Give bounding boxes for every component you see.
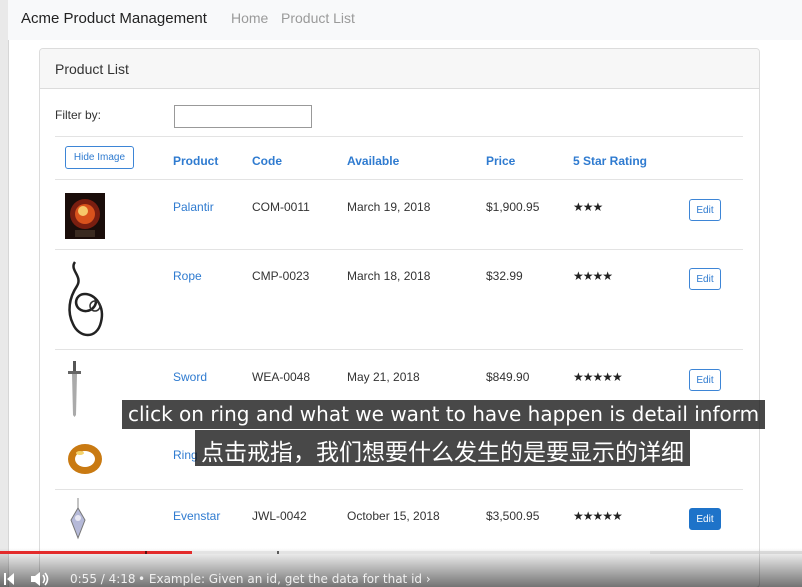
edit-button[interactable]: Edit bbox=[689, 508, 721, 530]
product-name-link[interactable]: Rope bbox=[173, 269, 202, 283]
product-available: March 18, 2018 bbox=[347, 269, 431, 283]
product-code: CMP-0023 bbox=[252, 269, 310, 283]
column-header-product: Product bbox=[173, 154, 219, 168]
nav-link-product-list[interactable]: Product List bbox=[281, 10, 355, 26]
product-name-link[interactable]: Ring bbox=[173, 448, 198, 462]
column-header-code: Code bbox=[252, 154, 282, 168]
filter-input[interactable] bbox=[174, 105, 312, 128]
row-divider bbox=[55, 349, 743, 350]
ring-thumbnail bbox=[65, 437, 105, 486]
caption-chinese: 点击戒指，我们想要什么发生的是要显示的详细 bbox=[195, 430, 690, 466]
edit-button[interactable]: Edit bbox=[689, 199, 721, 221]
product-price: $32.99 bbox=[486, 269, 523, 283]
product-price: $1,900.95 bbox=[486, 200, 540, 214]
progress-played[interactable] bbox=[0, 551, 192, 554]
filter-label: Filter by: bbox=[55, 108, 102, 122]
navbar: Acme Product Management Home Product Lis… bbox=[8, 0, 802, 40]
chapter-title[interactable]: • Example: Given an id, get the data for… bbox=[138, 572, 431, 586]
column-header-rating: 5 Star Rating bbox=[573, 154, 648, 168]
product-available: May 21, 2018 bbox=[347, 370, 420, 384]
column-header-price: Price bbox=[486, 154, 516, 168]
chapter-label: • Example: Given an id, get the data for… bbox=[138, 572, 423, 586]
card-title: Product List bbox=[40, 49, 759, 89]
nav-link-home[interactable]: Home bbox=[231, 10, 268, 26]
row-divider bbox=[55, 249, 743, 250]
previous-icon[interactable] bbox=[4, 572, 14, 587]
product-price: $849.90 bbox=[486, 370, 530, 384]
table-row: Palantir COM-0011 March 19, 2018 $1,900.… bbox=[55, 187, 743, 249]
video-time: 0:55 / 4:18 bbox=[70, 572, 136, 586]
star-rating: ★★★★★ bbox=[573, 370, 623, 384]
product-name-link[interactable]: Palantir bbox=[173, 200, 214, 214]
hide-image-button[interactable]: Hide Image bbox=[65, 146, 134, 169]
chevron-right-icon: › bbox=[425, 572, 431, 586]
product-name-link[interactable]: Sword bbox=[173, 370, 207, 384]
table-row: Rope CMP-0023 March 18, 2018 $32.99 ★★★★… bbox=[55, 256, 743, 350]
sword-thumbnail bbox=[65, 361, 85, 422]
evenstar-thumbnail bbox=[65, 498, 91, 547]
product-available: October 15, 2018 bbox=[347, 509, 440, 523]
star-rating: ★★★★ bbox=[573, 269, 613, 283]
chapter-marker bbox=[277, 551, 279, 554]
column-header-available: Available bbox=[347, 154, 400, 168]
palantir-thumbnail bbox=[65, 193, 105, 244]
star-rating: ★★★ bbox=[573, 200, 603, 214]
volume-icon[interactable] bbox=[31, 571, 51, 587]
star-rating: ★★★★★ bbox=[573, 509, 623, 523]
product-name-link[interactable]: Evenstar bbox=[173, 509, 220, 523]
divider bbox=[55, 136, 743, 137]
edit-button[interactable]: Edit bbox=[689, 369, 721, 391]
product-code: WEA-0048 bbox=[252, 370, 311, 384]
table-row: Evenstar JWL-0042 October 15, 2018 $3,50… bbox=[55, 496, 743, 556]
edit-button[interactable]: Edit bbox=[689, 268, 721, 290]
product-code: COM-0011 bbox=[252, 200, 310, 214]
row-divider bbox=[55, 489, 743, 490]
product-available: March 19, 2018 bbox=[347, 200, 431, 214]
brand-title[interactable]: Acme Product Management bbox=[21, 10, 207, 27]
chapter-marker bbox=[145, 551, 147, 554]
caption-english: click on ring and what we want to have h… bbox=[122, 400, 766, 429]
header-divider bbox=[55, 179, 743, 180]
product-list-card: Product List Filter by: Hide Image Produ… bbox=[39, 48, 760, 587]
product-code: JWL-0042 bbox=[252, 509, 307, 523]
rope-thumbnail bbox=[65, 260, 107, 347]
product-price: $3,500.95 bbox=[486, 509, 540, 523]
